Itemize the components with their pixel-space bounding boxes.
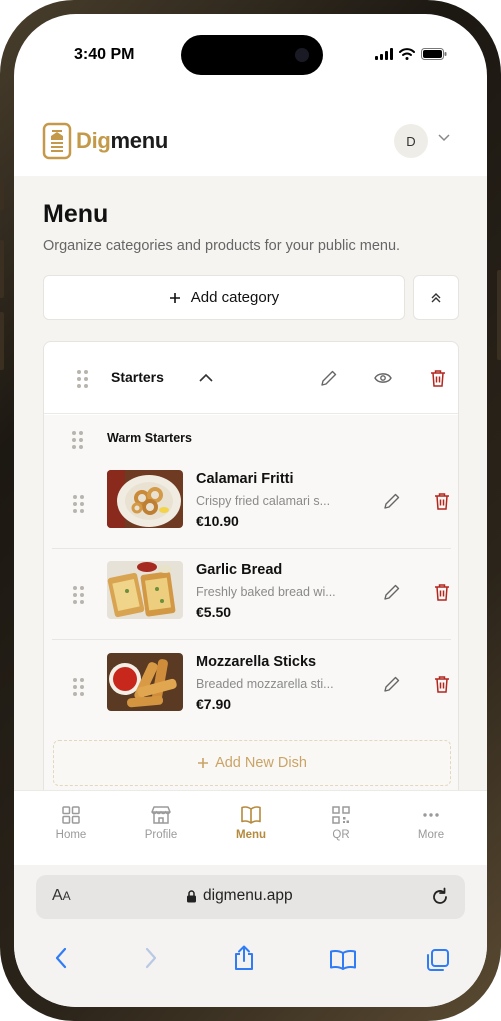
tab-label: Profile	[144, 829, 178, 841]
trash-icon[interactable]	[434, 492, 450, 510]
phone-volume-up-button	[0, 240, 4, 298]
add-new-dish-button[interactable]: Add New Dish	[53, 740, 451, 786]
tab-menu[interactable]: Menu	[211, 805, 291, 841]
dish-row[interactable]: Mozzarella Sticks Breaded mozzarella sti…	[52, 641, 451, 733]
tab-qr[interactable]: QR	[301, 805, 381, 841]
collapse-all-button[interactable]	[413, 275, 459, 320]
lock-icon	[187, 889, 196, 902]
dish-image-mozzarella-sticks	[107, 653, 183, 711]
bookmarks-icon[interactable]	[329, 949, 357, 971]
tab-home[interactable]: Home	[31, 805, 111, 841]
divider	[52, 639, 451, 640]
trash-icon[interactable]	[434, 583, 450, 601]
signal-icon	[375, 48, 393, 60]
drag-handle-icon[interactable]	[73, 586, 84, 604]
dish-image-garlic-bread	[107, 561, 183, 619]
tab-label: Menu	[235, 829, 267, 841]
dish-name: Mozzarella Sticks	[196, 654, 317, 670]
tabs-icon[interactable]	[426, 948, 450, 972]
subcategory-name: Warm Starters	[107, 431, 192, 445]
dish-description: Breaded mozzarella sti...	[196, 677, 334, 691]
url-text: digmenu.app	[203, 887, 293, 904]
dish-name: Calamari Fritti	[196, 471, 294, 487]
plus-icon	[198, 758, 209, 768]
back-icon[interactable]	[54, 947, 68, 969]
status-icons	[375, 48, 447, 60]
tab-profile[interactable]: Profile	[121, 805, 201, 841]
bottom-tab-bar: Home Profile Menu QR More	[14, 790, 487, 865]
tab-label: Home	[55, 829, 87, 841]
logo-text: Digmenu	[76, 128, 169, 153]
main-content: Menu Organize categories and products fo…	[14, 176, 487, 800]
drag-handle-icon[interactable]	[73, 678, 84, 696]
add-new-dish-label: Add New Dish	[215, 755, 307, 771]
chevron-down-icon[interactable]	[438, 134, 450, 142]
url-display[interactable]: digmenu.app	[186, 887, 293, 905]
dish-name: Garlic Bread	[196, 562, 283, 578]
store-icon	[151, 806, 171, 824]
logo-menu-icon	[42, 122, 72, 160]
tab-label: QR	[332, 829, 350, 841]
wifi-icon	[399, 48, 415, 60]
dish-price: €5.50	[196, 604, 232, 620]
phone-power-button	[497, 270, 501, 360]
category-header: Starters	[44, 342, 458, 414]
page-title: Menu	[43, 200, 109, 228]
phone-screen: 3:40 PM Digmenu D Menu Organize categori…	[14, 14, 487, 1007]
address-bar[interactable]: AA digmenu.app	[36, 875, 465, 919]
share-icon[interactable]	[233, 945, 255, 971]
text-size-button[interactable]: AA	[52, 887, 71, 905]
tab-more[interactable]: More	[391, 805, 471, 841]
dish-image-calamari	[107, 470, 183, 528]
qr-icon	[332, 806, 350, 824]
chevrons-up-icon	[431, 292, 441, 302]
page-subtitle: Organize categories and products for you…	[43, 238, 401, 254]
dynamic-island	[181, 35, 323, 75]
book-icon	[241, 806, 261, 824]
pencil-icon[interactable]	[320, 369, 338, 387]
chevron-up-icon[interactable]	[199, 373, 213, 382]
dish-price: €7.90	[196, 696, 232, 712]
pencil-icon[interactable]	[383, 675, 401, 693]
battery-icon	[421, 48, 447, 60]
category-name: Starters	[111, 369, 164, 385]
dish-price: €10.90	[196, 513, 239, 529]
drag-handle-icon[interactable]	[72, 431, 83, 449]
tab-label: More	[417, 829, 445, 841]
dish-row[interactable]: Calamari Fritti Crispy fried calamari s.…	[52, 458, 451, 550]
dish-row[interactable]: Garlic Bread Freshly baked bread wi... €…	[52, 549, 451, 641]
status-time: 3:40 PM	[74, 46, 135, 63]
drag-handle-icon[interactable]	[77, 370, 88, 388]
reload-icon[interactable]	[430, 887, 450, 907]
add-category-button[interactable]: Add category	[43, 275, 405, 320]
forward-icon[interactable]	[144, 947, 158, 969]
drag-handle-icon[interactable]	[73, 495, 84, 513]
eye-icon[interactable]	[374, 371, 392, 385]
phone-action-button	[0, 180, 4, 210]
pencil-icon[interactable]	[383, 583, 401, 601]
category-card: Starters Warm Starters Calamari Fritti C…	[43, 341, 459, 800]
phone-frame: 3:40 PM Digmenu D Menu Organize categori…	[0, 0, 501, 1021]
dish-description: Freshly baked bread wi...	[196, 585, 336, 599]
logo[interactable]: Digmenu	[42, 122, 168, 160]
app-header: Digmenu D	[14, 102, 487, 176]
avatar[interactable]: D	[394, 124, 428, 158]
grid-icon	[62, 806, 80, 824]
dish-description: Crispy fried calamari s...	[196, 494, 331, 508]
more-dots-icon	[423, 813, 439, 817]
pencil-icon[interactable]	[383, 492, 401, 510]
phone-volume-down-button	[0, 312, 4, 370]
browser-toolbar: AA digmenu.app	[14, 865, 487, 1007]
subcategory-section: Warm Starters Calamari Fritti Crispy fri…	[44, 415, 458, 800]
trash-icon[interactable]	[430, 369, 446, 387]
trash-icon[interactable]	[434, 675, 450, 693]
plus-icon	[169, 292, 180, 303]
add-category-label: Add category	[190, 289, 280, 306]
